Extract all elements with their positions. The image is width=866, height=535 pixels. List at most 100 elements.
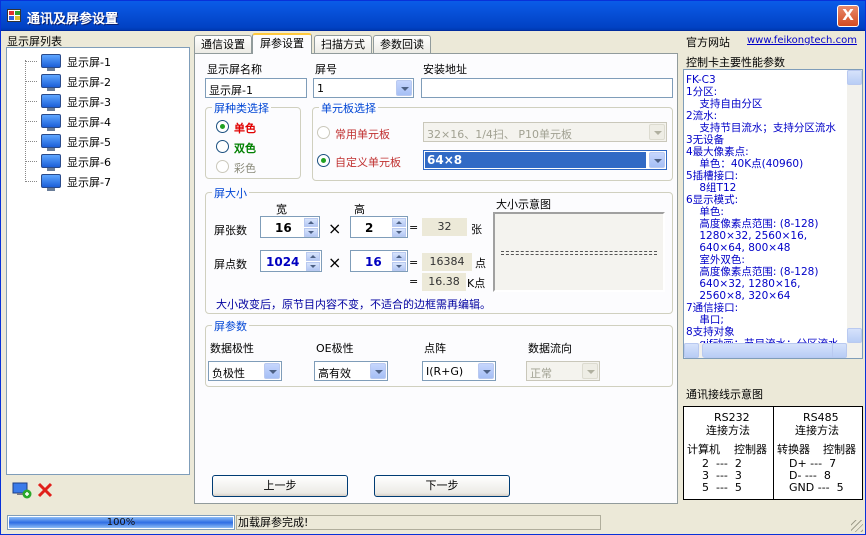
data-flow-select[interactable]: 正常 <box>526 361 600 381</box>
scroll-up-icon[interactable] <box>847 70 862 85</box>
dots-k-unit: K点 <box>467 277 486 290</box>
chevron-down-icon[interactable] <box>478 363 494 379</box>
screen-list-item[interactable]: 显示屏-6 <box>37 152 187 171</box>
status-message: 加载屏参完成! <box>236 515 601 530</box>
monitor-icon <box>41 114 61 131</box>
spec-line: 支持节目流水；支持分区流水 <box>686 122 836 134</box>
address-input[interactable] <box>421 78 673 98</box>
screen-list-item[interactable]: 显示屏-4 <box>37 112 187 131</box>
scroll-thumb[interactable] <box>702 343 842 358</box>
chevron-down-icon[interactable] <box>649 152 665 168</box>
screen-count-height-value: 2 <box>365 221 374 235</box>
chevron-down-icon[interactable] <box>264 363 280 379</box>
data-polarity-label: 数据极性 <box>210 342 254 355</box>
dots-width-stepper[interactable]: 1024 <box>260 250 322 272</box>
screen-list-item-label: 显示屏-1 <box>67 56 111 69</box>
screen-list-item[interactable]: 显示屏-3 <box>37 92 187 111</box>
full-color-radio[interactable] <box>216 160 229 173</box>
spin-down-icon[interactable] <box>304 228 318 237</box>
rs485-row: GND --- 5 <box>789 481 844 494</box>
tab-param-readback[interactable]: 参数回读 <box>373 35 431 53</box>
monitor-icon <box>41 174 61 191</box>
delete-screen-icon[interactable] <box>36 481 54 499</box>
spec-line: 2560×8, 320×64 <box>686 290 791 302</box>
screen-list-item[interactable]: 显示屏-2 <box>37 72 187 91</box>
screen-params-title: 屏参数 <box>212 318 249 334</box>
spin-up-icon[interactable] <box>392 218 406 227</box>
size-change-note: 大小改变后，原节目内容不变，不适合的边框需再编辑。 <box>216 298 491 311</box>
spin-down-icon[interactable] <box>392 262 406 271</box>
oe-polarity-select[interactable]: 高有效 <box>314 361 388 381</box>
mono-label: 单色 <box>234 122 256 135</box>
spin-up-icon[interactable] <box>304 218 318 227</box>
dot-matrix-select[interactable]: I(R+G) <box>422 361 496 381</box>
wiring-label: 通讯接线示意图 <box>686 388 763 401</box>
mono-radio[interactable] <box>216 120 229 133</box>
equals-sign-2: = <box>409 256 419 269</box>
oe-polarity-value: 高有效 <box>318 367 351 380</box>
scroll-left-icon[interactable] <box>684 343 699 358</box>
custom-board-select[interactable]: 64×8 <box>423 150 667 170</box>
add-screen-icon[interactable] <box>12 481 32 499</box>
common-board-select[interactable]: 32×16、1/4扫、 P10单元板 <box>423 122 667 142</box>
scroll-right-icon[interactable] <box>832 343 847 358</box>
screen-list-item[interactable]: 显示屏-7 <box>37 172 187 191</box>
close-button[interactable]: X <box>837 5 859 27</box>
screen-list-item[interactable]: 显示屏-5 <box>37 132 187 151</box>
spin-down-icon[interactable] <box>392 228 406 237</box>
specs-horizontal-scrollbar[interactable] <box>684 343 862 358</box>
scroll-down-icon[interactable] <box>847 328 862 343</box>
official-site-link[interactable]: www.feikongtech.com <box>747 35 857 46</box>
screen-tree[interactable]: 显示屏-1 显示屏-2 显示屏-3 显示屏-4 显示屏-5 显示屏-6 显示屏-7 <box>6 47 190 475</box>
settings-window: 通讯及屏参设置 X 显示屏列表 显示屏-1 显示屏-2 显示屏-3 显示屏-4 显示屏-… <box>0 0 866 535</box>
screen-params-group: 屏参数 数据极性 负极性 OE极性 高有效 点阵 I(R+G) 数据流向 正常 <box>205 318 673 387</box>
dual-color-radio[interactable] <box>216 140 229 153</box>
spec-line: 4最大像素点: <box>686 146 749 158</box>
screen-list-item[interactable]: 显示屏-1 <box>37 52 187 71</box>
title-bar[interactable]: 通讯及屏参设置 X <box>1 1 865 31</box>
chevron-down-icon[interactable] <box>649 124 665 140</box>
specs-text-area[interactable]: FK-C3 1分区: 支持自由分区 2流水: 支持节目流水；支持分区流水 3无设备 4最… <box>683 69 863 359</box>
screen-number-label: 屏号 <box>315 63 337 76</box>
spec-line: 单色：40K点(40960) <box>686 158 804 170</box>
custom-board-radio[interactable] <box>317 154 330 167</box>
full-color-label: 彩色 <box>234 162 256 175</box>
screen-size-title: 屏大小 <box>212 185 249 201</box>
dual-color-label: 双色 <box>234 142 256 155</box>
spin-up-icon[interactable] <box>392 252 406 261</box>
specs-vertical-scrollbar[interactable] <box>847 70 862 343</box>
spec-line: 支持自由分区 <box>686 98 763 110</box>
spec-line: 7通信接口: <box>686 302 739 314</box>
tab-screen-params[interactable]: 屏参设置 <box>252 33 312 54</box>
wiring-diagram: RS232 连接方法 计算机 控制器 2 --- 2 3 --- 3 5 ---… <box>683 406 863 500</box>
data-polarity-select[interactable]: 负极性 <box>208 361 282 381</box>
monitor-icon <box>41 74 61 91</box>
app-icon <box>7 9 21 22</box>
screen-count-total: 32 <box>422 218 467 236</box>
screen-count-height-stepper[interactable]: 2 <box>350 216 408 238</box>
screen-count-width-stepper[interactable]: 16 <box>260 216 320 238</box>
prev-step-button[interactable]: 上一步 <box>212 475 348 497</box>
screen-list-item-label: 显示屏-5 <box>67 136 111 149</box>
spin-up-icon[interactable] <box>306 252 320 261</box>
chevron-down-icon[interactable] <box>370 363 386 379</box>
dots-total: 16384 <box>422 253 472 271</box>
resize-grip-icon[interactable] <box>851 520 863 532</box>
chevron-down-icon[interactable] <box>582 363 598 379</box>
screen-number-select[interactable]: 1 <box>313 78 414 98</box>
spec-line: 1280×32, 2560×16, <box>686 230 808 242</box>
dots-label: 屏点数 <box>214 258 247 271</box>
dot-matrix-value: I(R+G) <box>426 365 464 378</box>
chevron-down-icon[interactable] <box>396 80 412 96</box>
rs485-subtitle: 连接方法 <box>795 424 839 437</box>
next-step-button[interactable]: 下一步 <box>374 475 510 497</box>
tab-comm-settings[interactable]: 通信设置 <box>194 35 252 53</box>
screen-name-input[interactable]: 显示屏-1 <box>205 78 307 98</box>
equals-sign: = <box>409 221 419 234</box>
spin-down-icon[interactable] <box>306 262 320 271</box>
dots-height-stepper[interactable]: 16 <box>350 250 408 272</box>
common-board-radio[interactable] <box>317 126 330 139</box>
progress-text: 100% <box>106 517 136 528</box>
spec-line: 640×64, 800×48 <box>686 242 791 254</box>
tab-scan-mode[interactable]: 扫描方式 <box>314 35 372 53</box>
